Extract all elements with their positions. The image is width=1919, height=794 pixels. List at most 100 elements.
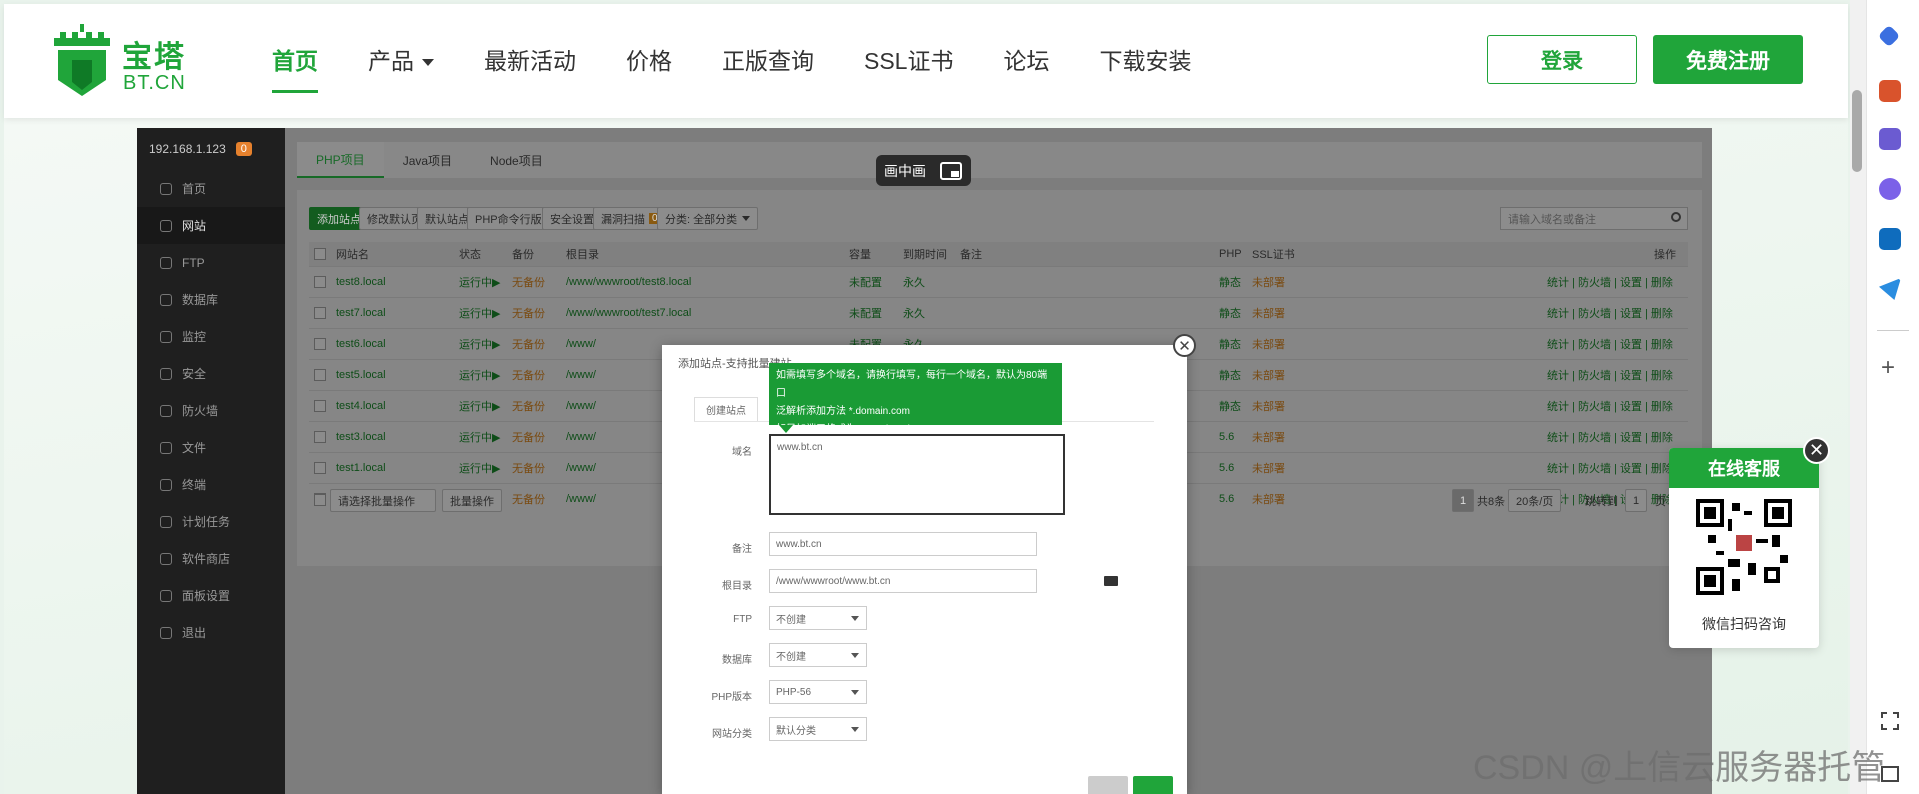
batch-action-button[interactable]: 批量操作 (442, 489, 502, 512)
tab-node[interactable]: Node项目 (471, 142, 562, 178)
pip-button[interactable]: 画中画 (876, 155, 971, 186)
nav-download[interactable]: 下载安装 (1099, 42, 1191, 92)
cell-status[interactable]: 运行中▶ (459, 422, 500, 452)
nav-events[interactable]: 最新活动 (484, 42, 576, 92)
row-actions[interactable]: 统计 | 防火墙 | 设置 | 删除 (1547, 422, 1673, 452)
pager-current[interactable]: 1 (1452, 489, 1475, 512)
register-button[interactable]: 免费注册 (1653, 35, 1803, 84)
cell-backup[interactable]: 无备份 (512, 453, 545, 483)
row-checkbox[interactable] (314, 307, 326, 319)
cell-root[interactable]: /www/ (566, 329, 596, 359)
service-close-button[interactable]: ✕ (1803, 437, 1830, 464)
col-expire[interactable]: 到期时间 (903, 242, 947, 266)
sidebar-item-terminal[interactable]: 终端 (137, 466, 285, 503)
sidebar-item-website[interactable]: 网站 (137, 207, 285, 244)
row-actions[interactable]: 统计 | 防火墙 | 设置 | 删除 (1547, 391, 1673, 421)
row-checkbox[interactable] (314, 369, 326, 381)
login-button[interactable]: 登录 (1487, 35, 1637, 84)
cell-backup[interactable]: 无备份 (512, 422, 545, 452)
cell-root[interactable]: /www/ (566, 391, 596, 421)
sidebar-item-ftp[interactable]: FTP (137, 244, 285, 281)
cell-name[interactable]: test6.local (336, 329, 386, 359)
cell-backup[interactable]: 无备份 (512, 360, 545, 390)
tab-create-site[interactable]: 创建站点 (694, 397, 758, 421)
cancel-button[interactable] (1088, 776, 1128, 794)
category-select[interactable]: 默认分类 (769, 717, 867, 741)
sidebar-item-logout[interactable]: 退出 (137, 614, 285, 651)
cell-ssl[interactable]: 未部署 (1252, 298, 1285, 328)
bt-logo[interactable]: 宝塔 BT.CN (50, 24, 190, 104)
cell-name[interactable]: test7.local (336, 298, 386, 328)
cell-backup[interactable]: 无备份 (512, 267, 545, 297)
nav-home[interactable]: 首页 (272, 42, 318, 93)
sidebar-item-security[interactable]: 安全 (137, 355, 285, 392)
pager-jump-input[interactable]: 1 (1625, 489, 1648, 512)
cell-backup[interactable]: 无备份 (512, 484, 545, 514)
sidebar-item-firewall[interactable]: 防火墙 (137, 392, 285, 429)
search-icon[interactable] (1671, 212, 1681, 222)
cell-status[interactable]: 运行中▶ (459, 391, 500, 421)
sidebar-item-cron[interactable]: 计划任务 (137, 503, 285, 540)
nav-pricing[interactable]: 价格 (626, 42, 672, 92)
tab-java[interactable]: Java项目 (384, 142, 471, 178)
select-all-checkbox[interactable] (314, 248, 326, 260)
cell-root[interactable]: /www/wwwroot/test7.local (566, 298, 691, 328)
nav-license-check[interactable]: 正版查询 (722, 42, 814, 92)
col-name[interactable]: 网站名 (336, 242, 369, 266)
cell-root[interactable]: /www/ (566, 360, 596, 390)
plus-icon[interactable]: + (1881, 356, 1895, 380)
row-actions[interactable]: 统计 | 防火墙 | 设置 | 删除 (1547, 267, 1673, 297)
ftp-select[interactable]: 不创建 (769, 606, 867, 630)
cell-name[interactable]: test5.local (336, 360, 386, 390)
folder-icon[interactable] (1104, 576, 1118, 586)
screenshot-icon[interactable] (1881, 712, 1899, 730)
sidebar-item-files[interactable]: 文件 (137, 429, 285, 466)
outlook-icon[interactable] (1879, 228, 1901, 250)
cell-name[interactable]: test8.local (336, 267, 386, 297)
cell-root[interactable]: /www/ (566, 484, 596, 514)
row-checkbox[interactable] (314, 338, 326, 350)
table-row[interactable]: test7.local 运行中▶ 无备份/www/wwwroot/test7.loc… (309, 297, 1688, 328)
chess-icon[interactable] (1879, 128, 1901, 150)
note-input[interactable]: www.bt.cn (769, 532, 1037, 556)
cell-name[interactable]: test4.local (336, 391, 386, 421)
cell-ssl[interactable]: 未部署 (1252, 329, 1285, 359)
cell-name[interactable]: test3.local (336, 422, 386, 452)
cell-ssl[interactable]: 未部署 (1252, 360, 1285, 390)
col-status[interactable]: 状态 (459, 242, 481, 266)
sidebar-item-home[interactable]: 首页 (137, 170, 285, 207)
cell-ssl[interactable]: 未部署 (1252, 453, 1285, 483)
row-actions[interactable]: 统计 | 防火墙 | 设置 | 删除 (1547, 360, 1673, 390)
cell-status[interactable]: 运行中▶ (459, 360, 500, 390)
table-row[interactable]: test8.local 运行中▶ 无备份/www/wwwroot/test8.loc… (309, 266, 1688, 297)
cell-backup[interactable]: 无备份 (512, 329, 545, 359)
modal-close-button[interactable]: ✕ (1173, 334, 1196, 357)
copilot-icon[interactable] (1879, 178, 1901, 200)
cell-backup[interactable]: 无备份 (512, 298, 545, 328)
db-select[interactable]: 不创建 (769, 643, 867, 667)
send-icon[interactable] (1879, 278, 1901, 300)
row-actions[interactable]: 统计 | 防火墙 | 设置 | 删除 (1547, 453, 1673, 483)
row-checkbox[interactable] (314, 400, 326, 412)
sidebar-item-settings[interactable]: 面板设置 (137, 577, 285, 614)
batch-select[interactable]: 请选择批量操作 (330, 489, 436, 512)
sidebar-item-monitor[interactable]: 监控 (137, 318, 285, 355)
cell-status[interactable]: 运行中▶ (459, 298, 500, 328)
row-checkbox[interactable] (314, 431, 326, 443)
cell-status[interactable]: 运行中▶ (459, 453, 500, 483)
category-select[interactable]: 分类: 全部分类 (657, 207, 759, 230)
php-version-select[interactable]: PHP-56 (769, 680, 867, 704)
cell-status[interactable]: 运行中▶ (459, 329, 500, 359)
cell-ssl[interactable]: 未部署 (1252, 391, 1285, 421)
cell-ssl[interactable]: 未部署 (1252, 484, 1285, 514)
site-search-input[interactable]: 请输入域名或备注 (1500, 207, 1688, 230)
nav-ssl[interactable]: SSL证书 (864, 42, 953, 92)
scrollbar-thumb[interactable] (1852, 90, 1862, 172)
row-checkbox[interactable] (314, 462, 326, 474)
cell-root[interactable]: /www/ (566, 422, 596, 452)
cell-root[interactable]: /www/ (566, 453, 596, 483)
cell-name[interactable]: test1.local (336, 453, 386, 483)
sidebar-item-store[interactable]: 软件商店 (137, 540, 285, 577)
domain-textarea[interactable]: www.bt.cn (769, 434, 1065, 515)
batch-checkbox[interactable] (314, 494, 326, 506)
